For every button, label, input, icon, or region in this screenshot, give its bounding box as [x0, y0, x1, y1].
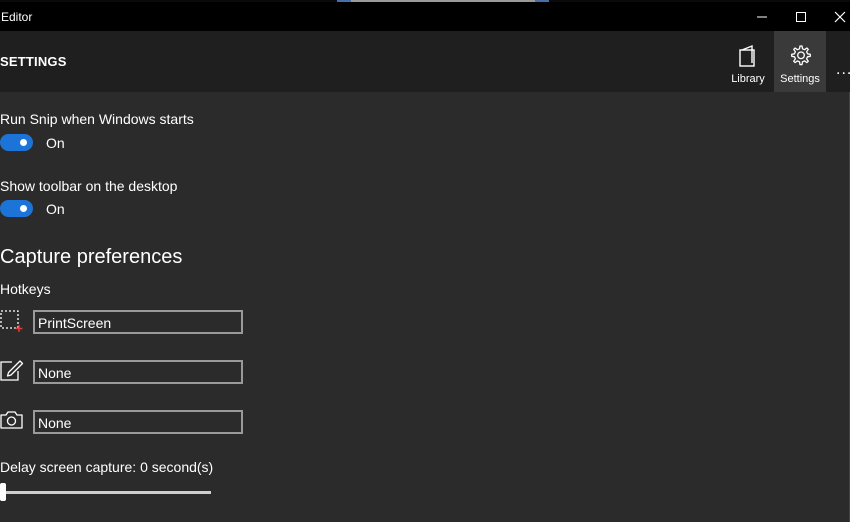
hotkey-camera-field[interactable]: None [33, 410, 243, 434]
show-toolbar-state: On [46, 201, 65, 217]
settings-label: Settings [780, 73, 820, 85]
library-label: Library [731, 73, 765, 85]
title-bar[interactable]: Editor [0, 2, 850, 31]
show-toolbar-toggle[interactable] [0, 200, 33, 217]
run-on-start-toggle[interactable] [0, 134, 33, 151]
hotkey-value: None [38, 365, 72, 381]
hotkeys-label: Hotkeys [0, 281, 51, 297]
minimize-icon [757, 16, 767, 17]
region-capture-icon [0, 310, 23, 332]
settings-button[interactable]: Settings [774, 31, 826, 92]
window-title: Editor [1, 10, 33, 24]
run-on-start-state: On [46, 135, 65, 151]
settings-content: Run Snip when Windows starts On Show too… [0, 92, 850, 522]
minimize-button[interactable] [743, 2, 781, 31]
maximize-button[interactable] [782, 2, 820, 31]
editor-window: Editor SETTINGS Library Settings .. Run … [0, 0, 850, 522]
whiteboard-pen-icon [0, 360, 24, 381]
settings-header: SETTINGS Library Settings ... [0, 31, 850, 92]
camera-icon [0, 411, 23, 429]
maximize-icon [796, 11, 806, 22]
show-toolbar-label: Show toolbar on the desktop [0, 178, 178, 194]
hotkey-whiteboard-field[interactable]: None [33, 360, 243, 384]
close-icon [834, 11, 846, 22]
close-button[interactable] [821, 2, 850, 31]
gear-icon [791, 45, 811, 66]
more-options-button[interactable]: ... [828, 31, 850, 92]
page-title: SETTINGS [0, 54, 67, 69]
run-on-start-label: Run Snip when Windows starts [0, 111, 194, 127]
delay-slider-track[interactable] [0, 491, 211, 494]
delay-capture-label: Delay screen capture: 0 second(s) [0, 459, 214, 475]
hotkey-value: PrintScreen [38, 315, 112, 331]
more-icon: ... [836, 61, 850, 78]
library-icon [739, 44, 755, 67]
capture-preferences-title: Capture preferences [0, 246, 183, 268]
hotkey-region-capture-field[interactable]: PrintScreen [33, 310, 243, 334]
delay-slider-thumb[interactable] [0, 483, 6, 501]
library-button[interactable]: Library [722, 31, 774, 92]
hotkey-value: None [38, 415, 72, 431]
